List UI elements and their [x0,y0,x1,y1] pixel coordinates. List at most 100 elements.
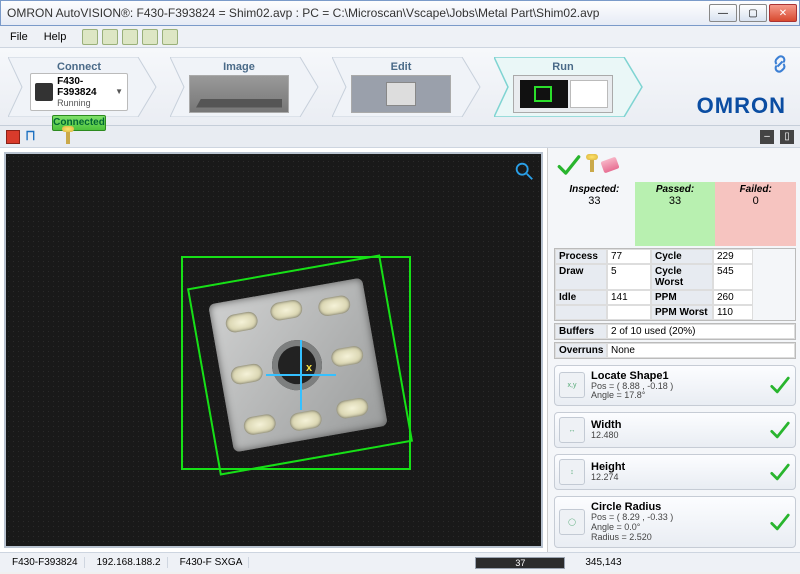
result-locate-shape[interactable]: x,y Locate Shape1 Pos = ( 8.88 , -0.18 )… [554,365,796,407]
height-icon: ↕ [559,459,585,485]
idle-v: 141 [607,290,651,305]
cycle-h: Cycle [651,249,713,264]
result-height[interactable]: ↕ Height 12.274 [554,454,796,490]
result-line2: Angle = 17.8° [591,391,673,401]
blank-v [607,305,651,320]
run-thumbnail [513,75,613,113]
step-edit-label: Edit [391,61,412,73]
result-line1: 12.480 [591,431,621,441]
step-ribbon: Connect F430-F393824 Running ▼ Connected… [0,48,800,126]
step-image-label: Image [223,61,255,73]
process-v: 77 [607,249,651,264]
panel-collapse-left-button[interactable]: – [760,130,774,144]
result-pass-icon [769,461,791,483]
timing-grid: Process 77 Cycle 229 Draw 5 Cycle Worst … [554,248,796,321]
buffers-h: Buffers [555,324,607,339]
result-pass-icon [769,511,791,533]
toolbar-icon-2[interactable] [102,29,118,45]
menu-bar: File Help [0,26,800,48]
image-viewer[interactable]: x [0,148,548,552]
zoom-icon[interactable] [513,160,535,182]
status-coords: 345,143 [585,557,621,568]
step-run[interactable]: Run [494,57,644,117]
ppm-h: PPM [651,290,713,305]
result-pass-icon [769,419,791,441]
status-progress: 37 [475,557,565,569]
result-title: Locate Shape1 [591,370,673,382]
cycleworst-v: 545 [713,264,753,290]
toolbar-icon-4[interactable] [142,29,158,45]
step-image[interactable]: Image [170,57,320,117]
draw-h: Draw [555,264,607,290]
image-thumbnail [189,75,289,113]
menu-help[interactable]: Help [38,29,73,45]
step-connect-label: Connect [57,61,101,73]
draw-v: 5 [607,264,651,290]
toolbar-icon-1[interactable] [82,29,98,45]
blank-h [555,305,607,320]
chevron-down-icon: ▼ [115,87,123,96]
wand-icon[interactable] [66,130,70,144]
radius-icon: ◯ [559,509,585,535]
result-pass-icon [769,374,791,396]
inspection-canvas[interactable]: x [4,152,543,548]
result-line1: 12.274 [591,473,625,483]
toolbar-icon-3[interactable] [122,29,138,45]
status-device: F430-F393824 [6,557,85,568]
passed-label: Passed: [635,184,716,195]
inspected-label: Inspected: [554,184,635,195]
window-titlebar: OMRON AutoVISION®: F430-F393824 = Shim02… [0,0,800,26]
status-mode: F430-F SXGA [174,557,250,568]
window-maximize-button[interactable]: ▢ [739,4,767,22]
brand-logo: OMRON [697,93,786,119]
trigger-button[interactable]: ⨅ [26,130,40,144]
buffers-v: 2 of 10 used (20%) [607,324,795,339]
counters: Inspected: 33 Passed: 33 Failed: 0 [554,182,796,246]
connection-pill: Connected [52,115,106,131]
buffers-row: Buffers 2 of 10 used (20%) [554,323,796,340]
overall-pass-icon [556,152,582,178]
result-line3: Radius = 2.520 [591,533,673,543]
status-ip: 192.168.188.2 [91,557,168,568]
width-icon: ↔ [559,417,585,443]
status-bar: F430-F393824 192.168.188.2 F430-F SXGA 3… [0,552,800,572]
window-title: OMRON AutoVISION®: F430-F393824 = Shim02… [7,6,709,20]
edit-thumbnail [351,75,451,113]
step-edit[interactable]: Edit [332,57,482,117]
device-name: F430-F393824 [57,76,111,98]
overruns-v: None [607,343,795,358]
passed-value: 33 [635,195,716,207]
result-width[interactable]: ↔ Width 12.480 [554,412,796,448]
device-selector[interactable]: F430-F393824 Running ▼ [30,73,128,111]
window-close-button[interactable]: ✕ [769,4,797,22]
toolbar-icon-5[interactable] [162,29,178,45]
run-toolbar: ⨅ – ▯ [0,126,800,148]
ppmworst-h: PPM Worst [651,305,713,320]
eraser-icon[interactable] [602,159,618,171]
link-icon[interactable] [770,54,790,74]
process-h: Process [555,249,607,264]
failed-label: Failed: [715,184,796,195]
inspected-value: 33 [554,195,635,207]
menu-file[interactable]: File [4,29,34,45]
locate-icon: x,y [559,372,585,398]
stop-button[interactable] [6,130,20,144]
device-status: Running [57,98,111,108]
step-connect[interactable]: Connect F430-F393824 Running ▼ Connected [8,57,158,117]
ppmworst-v: 110 [713,305,753,320]
results-panel: Inspected: 33 Passed: 33 Failed: 0 Proce… [548,148,800,552]
camera-icon [35,83,53,101]
panel-collapse-right-button[interactable]: ▯ [780,130,794,144]
axis-label: x [306,362,312,374]
wand-icon-2[interactable] [590,158,594,172]
overruns-row: Overruns None [554,342,796,359]
ppm-v: 260 [713,290,753,305]
idle-h: Idle [555,290,607,305]
cycle-v: 229 [713,249,753,264]
result-circle-radius[interactable]: ◯ Circle Radius Pos = ( 8.29 , -0.33 ) A… [554,496,796,548]
failed-value: 0 [715,195,796,207]
overruns-h: Overruns [555,343,607,358]
main-area: x Inspected: 33 Passed: 33 Failed: 0 Pro… [0,148,800,552]
step-run-label: Run [552,61,573,73]
window-minimize-button[interactable]: — [709,4,737,22]
